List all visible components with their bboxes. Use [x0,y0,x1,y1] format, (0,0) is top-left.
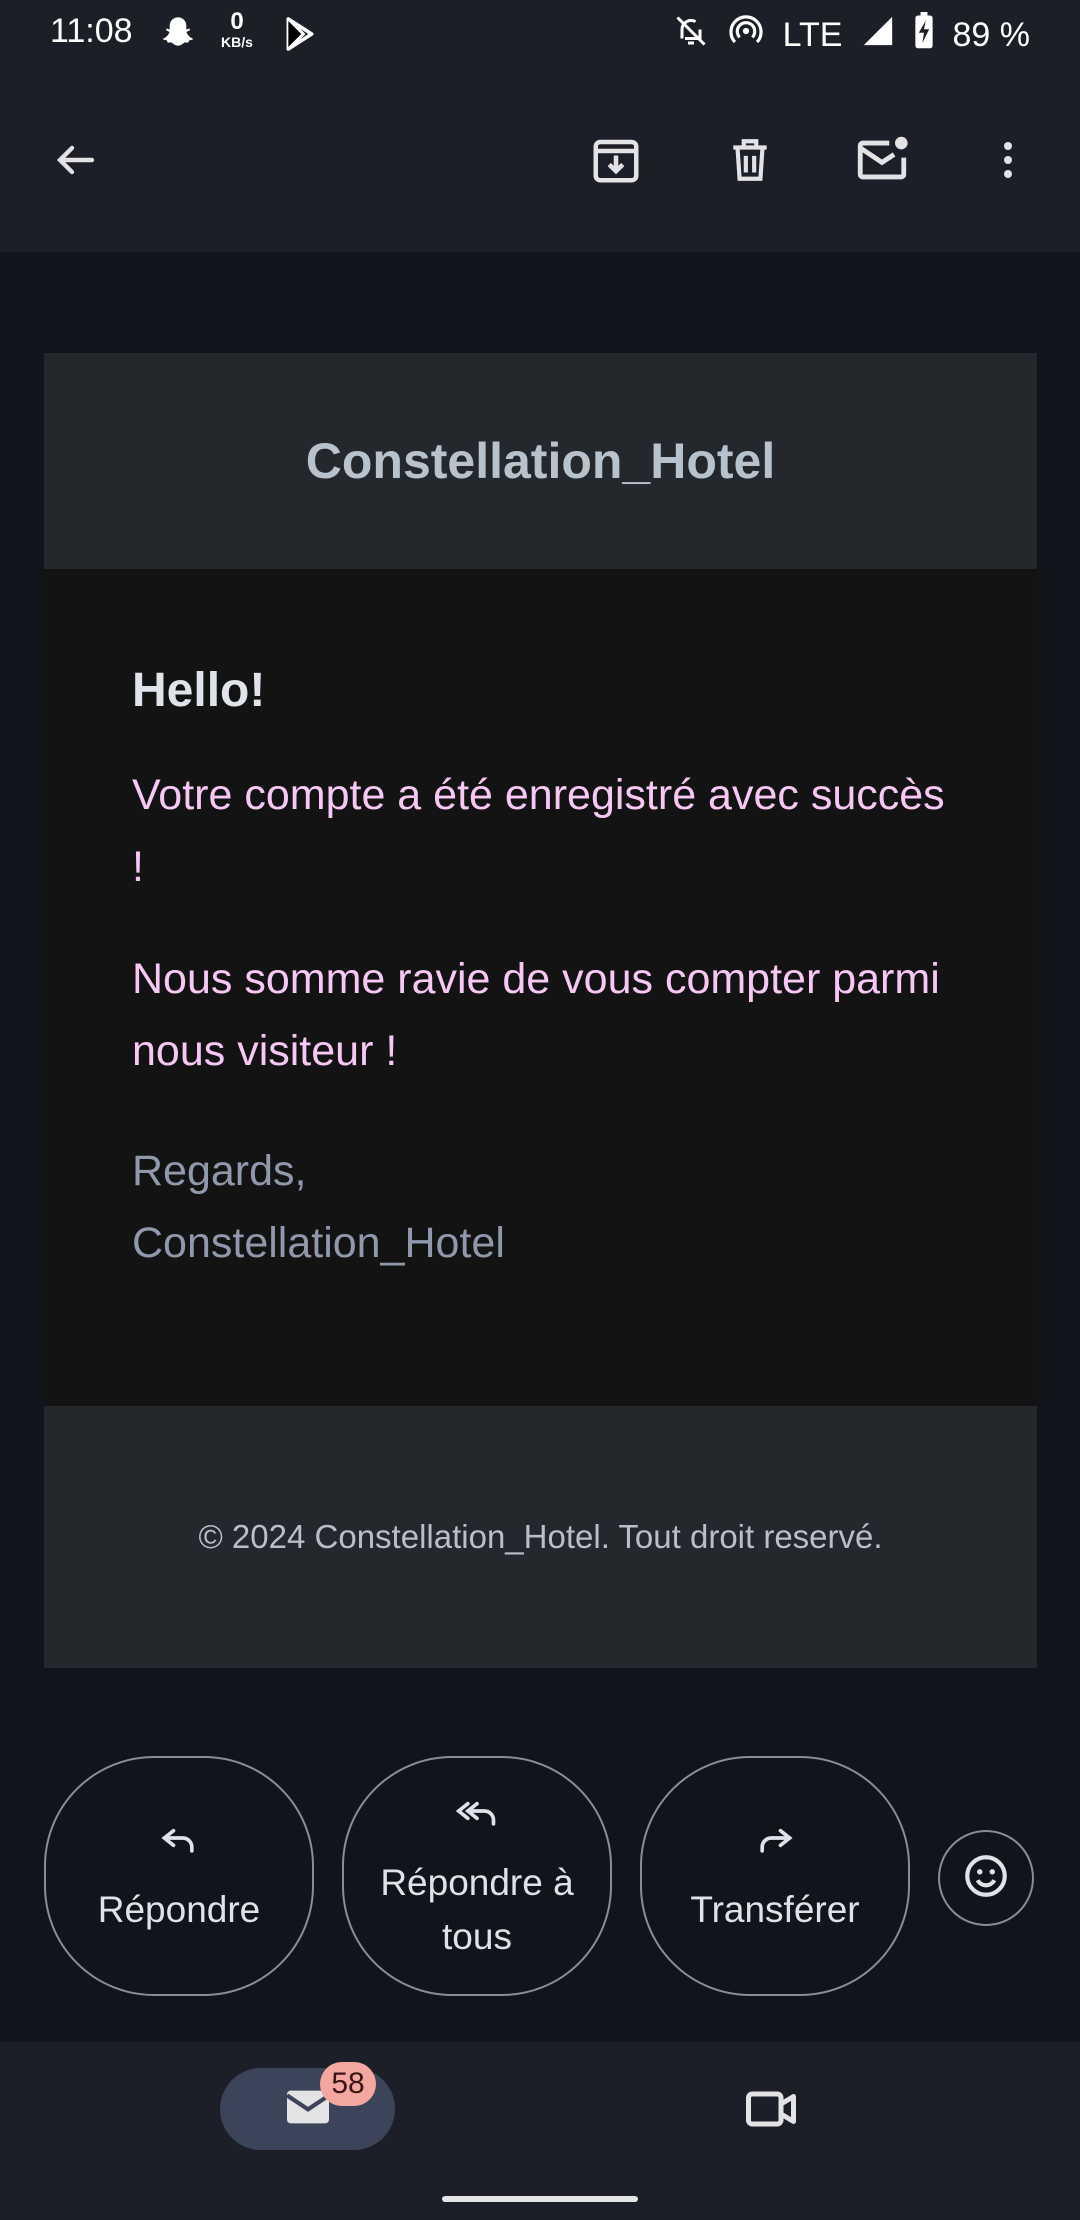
battery-level: 89 % [952,16,1031,54]
regards-line: Regards, [132,1147,307,1195]
copyright-text: © 2024 Constellation_Hotel. Tout droit r… [198,1518,883,1555]
delete-button[interactable] [718,130,782,194]
signature-name: Constellation_Hotel [132,1219,505,1267]
forward-label: Transférer [690,1888,860,1930]
video-camera-icon [741,2079,801,2144]
archive-button[interactable] [584,130,648,194]
reply-button[interactable]: Répondre [44,1756,314,1996]
reply-all-icon [453,1789,501,1848]
snapchat-icon [158,14,198,59]
delete-icon [725,135,775,190]
status-time: 11:08 [50,12,133,50]
email-footer: © 2024 Constellation_Hotel. Tout droit r… [44,1406,1037,1668]
mark-unread-icon [853,131,911,194]
battery-charging-icon [913,12,935,59]
app-bar [0,66,1080,252]
email-header-title: Constellation_Hotel [305,433,776,489]
back-button[interactable] [44,130,108,194]
email-paragraph-1: Votre compte a été enregistré avec succè… [132,771,945,891]
reply-all-button[interactable]: Répondre à tous [342,1756,612,1996]
more-vert-icon [984,136,1032,189]
email-greeting: Hello! [132,664,266,717]
email-paragraph-2: Nous somme ravie de vous compter parmi n… [132,955,940,1075]
nav-meet-tab[interactable] [736,2076,806,2146]
more-options-button[interactable] [976,130,1040,194]
play-store-icon [280,14,320,59]
status-right-group: LTE 89 % [673,12,1030,59]
reply-icon [157,1816,201,1875]
reply-all-label-line1: Répondre à [380,1861,574,1903]
forward-icon [753,1816,797,1875]
home-indicator[interactable] [442,2196,638,2202]
email-signature: Regards, Constellation_Hotel [132,1135,505,1279]
email-body: Hello! Votre compte a été enregistré ave… [44,569,1037,1406]
forward-button[interactable]: Transférer [640,1756,910,1996]
emoji-reaction-button[interactable] [938,1830,1034,1926]
notifications-off-icon [673,13,709,58]
archive-icon [589,133,643,192]
back-arrow-icon [52,136,100,189]
emoji-icon [961,1851,1011,1906]
signal-icon [861,14,895,57]
network-speed-value: 0 [230,8,244,35]
mark-unread-button[interactable] [850,130,914,194]
reply-all-label-line2: tous [442,1915,512,1957]
hotspot-icon [727,12,765,59]
bottom-navigation [0,2042,1080,2220]
network-speed: 0 KB/s [214,8,260,51]
unread-count-badge: 58 [320,2062,376,2106]
network-speed-unit: KB/s [221,34,253,50]
network-type: LTE [782,16,843,54]
reply-label: Répondre [97,1888,261,1930]
email-header: Constellation_Hotel [44,353,1037,569]
